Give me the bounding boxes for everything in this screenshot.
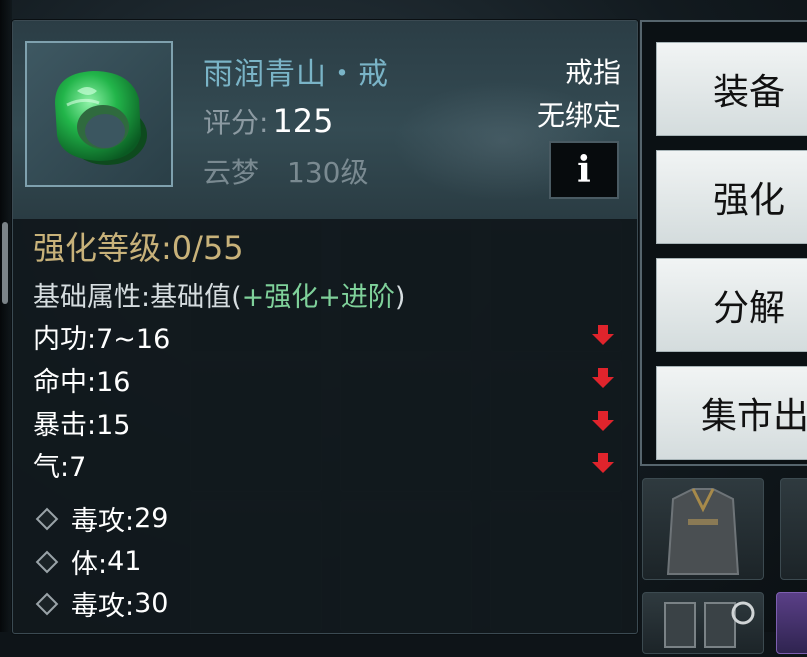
sub-stat-value: 41 (107, 546, 142, 577)
stat-row: 命中:16 (33, 360, 130, 399)
score-label: 评分: (203, 106, 269, 139)
info-button[interactable]: i (549, 141, 619, 199)
stat-label: 气: (33, 452, 70, 483)
stat-row: 内功:7~16 (33, 317, 170, 356)
sub-stat-value: 30 (134, 588, 169, 619)
item-tooltip: 雨润青山・戒 评分: 125 云梦 130级 戒指 无绑定 i 强化等级:0/55 … (12, 20, 638, 634)
item-type: 戒指 (564, 56, 621, 89)
dismantle-button[interactable]: 分解 (656, 258, 807, 352)
stat-label: 内功: (33, 324, 97, 355)
stat-value: 15 (96, 410, 131, 441)
sub-stat-value: 29 (134, 503, 169, 534)
left-edge-panel (0, 0, 12, 632)
diamond-icon (35, 507, 59, 530)
inventory-item-armor[interactable] (642, 478, 764, 580)
action-menu: 装备 强化 分解 集市出 (640, 20, 807, 466)
level-label: 130级 (287, 156, 369, 189)
base-attr-prefix: 基础属性:基础值( (33, 282, 242, 313)
market-sell-button[interactable]: 集市出 (656, 366, 807, 460)
sub-stat-label: 毒攻: (71, 506, 135, 537)
item-score: 评分: 125 (203, 101, 334, 141)
item-requirement: 云梦 130级 (203, 151, 368, 191)
stat-row: 气:7 (33, 445, 86, 484)
stat-value: 7 (69, 452, 87, 483)
scrollbar-thumb[interactable] (2, 222, 8, 304)
sub-stat-row: 体: 41 (33, 542, 141, 581)
down-arrow-icon (592, 453, 614, 473)
enhance-button[interactable]: 强化 (656, 150, 807, 244)
stat-label: 命中: (33, 367, 97, 398)
sect-label: 云梦 (203, 156, 260, 189)
sub-stat-row: 毒攻: 29 (33, 499, 168, 538)
down-arrow-icon (592, 411, 614, 431)
item-icon-frame (25, 41, 173, 187)
equip-button[interactable]: 装备 (656, 42, 807, 136)
enhance-level: 强化等级:0/55 (33, 223, 244, 269)
down-arrow-icon (592, 325, 614, 345)
score-value: 125 (272, 102, 334, 140)
robe-icon (666, 488, 740, 575)
sub-stat-label: 体: (71, 549, 108, 580)
down-arrow-icon (592, 368, 614, 388)
stat-label: 暴击: (33, 410, 97, 441)
enhance-label: 强化等级: (33, 229, 172, 267)
diamond-icon (35, 550, 59, 573)
jade-ring-icon (55, 71, 147, 165)
stat-value: 7~16 (96, 324, 171, 355)
stat-value: 16 (96, 367, 131, 398)
stat-row: 暴击:15 (33, 403, 130, 442)
bind-status: 无绑定 (536, 99, 621, 132)
enhance-value: 0/55 (171, 229, 244, 267)
base-attr-advance: +进阶 (318, 282, 395, 313)
boots-icon (664, 601, 755, 648)
item-name: 雨润青山・戒 (203, 57, 389, 92)
inventory-item-partial[interactable] (780, 478, 807, 580)
sub-stat-label: 毒攻: (71, 591, 135, 622)
diamond-icon (35, 592, 59, 615)
base-attributes-header: 基础属性:基础值(+强化+进阶) (33, 275, 405, 314)
base-attr-enhance: +强化 (241, 282, 319, 313)
inventory-item-boots[interactable] (642, 592, 764, 654)
inventory-item-rare[interactable] (776, 592, 807, 654)
tooltip-header: 雨润青山・戒 评分: 125 云梦 130级 戒指 无绑定 i (13, 21, 637, 219)
base-attr-suffix: ) (394, 282, 406, 313)
sub-stat-row: 毒攻: 30 (33, 584, 168, 623)
